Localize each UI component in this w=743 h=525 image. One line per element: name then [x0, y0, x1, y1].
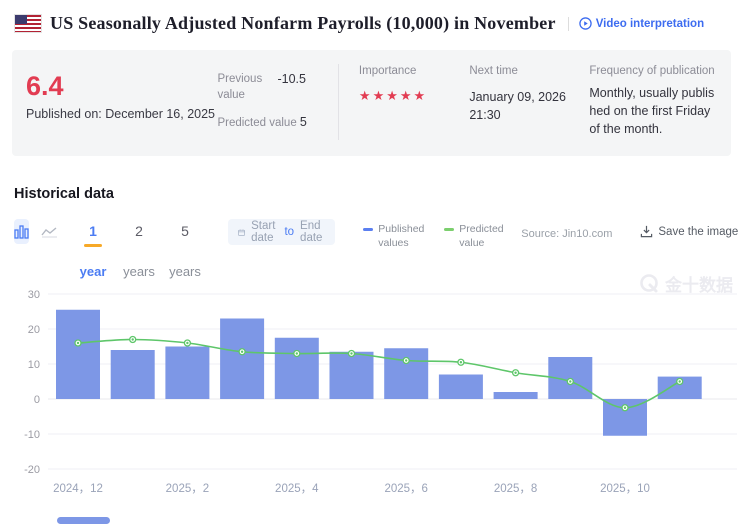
svg-text:2025，4: 2025，4 [275, 483, 319, 495]
historical-bar-chart[interactable]: 30 20 10 0 -10 -20 2024，12 2025，2 2025，4 2025，6 20… [0, 283, 743, 512]
svg-text:2025，10: 2025，10 [600, 483, 650, 495]
importance-block: Importance ★★★★★ [359, 64, 463, 140]
latest-value-block: 6.4 Published on: December 16, 2025 [26, 64, 217, 140]
period-selector: 1 year 2 years 5 years [76, 219, 202, 279]
period-unit: years [123, 264, 155, 279]
next-time-label: Next time [469, 64, 585, 80]
published-on-text: Published on: December 16, 2025 [26, 107, 217, 121]
svg-text:2025，6: 2025，6 [384, 483, 427, 495]
svg-text:-20: -20 [24, 464, 40, 476]
play-circle-icon [579, 17, 592, 30]
period-unit: year [80, 264, 107, 279]
legend-label-published: Published values [378, 223, 430, 250]
start-date-input[interactable]: Start date [251, 220, 278, 244]
svg-text:10: 10 [28, 359, 40, 371]
frequency-block: Frequency of publication Monthly, usuall… [589, 64, 717, 140]
chart-legend: Published values Predicted value [363, 219, 511, 250]
bar-chart-icon [14, 225, 29, 239]
previous-value: -10.5 [277, 72, 306, 103]
svg-text:-10: -10 [24, 429, 40, 441]
period-unit: years [169, 264, 201, 279]
period-option-1-year[interactable]: 1 year [76, 219, 110, 279]
svg-text:2025，8: 2025，8 [494, 483, 537, 495]
save-image-button[interactable]: Save the image [640, 219, 738, 238]
svg-text:0: 0 [34, 394, 40, 406]
date-range-picker[interactable]: Start date to End date [228, 219, 335, 245]
latest-value: 6.4 [26, 72, 217, 102]
page-header: US Seasonally Adjusted Nonfarm Payrolls … [0, 0, 743, 34]
card-divider [338, 64, 339, 140]
predicted-value-label: Predicted value [217, 117, 299, 129]
svg-text:30: 30 [28, 289, 40, 301]
line-chart-icon [41, 226, 58, 238]
source-text: Source: Jin10.com [521, 219, 612, 240]
legend-item-predicted: Predicted value [444, 223, 511, 250]
end-date-input[interactable]: End date [300, 220, 325, 244]
page-title: US Seasonally Adjusted Nonfarm Payrolls … [50, 13, 556, 34]
period-number: 2 [135, 219, 143, 238]
prev-pred-block: Previous value -10.5 Predicted value 5 [217, 64, 320, 140]
svg-text:20: 20 [28, 324, 40, 336]
legend-item-published: Published values [363, 223, 430, 250]
period-number: 5 [181, 219, 189, 238]
save-image-label: Save the image [658, 226, 738, 238]
svg-text:2024，12: 2024，12 [53, 483, 103, 495]
predicted-value: 5 [300, 115, 307, 129]
chart-area: 金十数据 3020100-10-202024，122025，22025，4202… [0, 283, 743, 517]
calendar-icon [238, 226, 245, 239]
header-divider [568, 17, 569, 31]
chart-scrollbar-thumb[interactable] [57, 517, 110, 524]
period-number: 1 [89, 219, 97, 238]
historical-data-heading: Historical data [14, 186, 743, 202]
importance-stars: ★★★★★ [359, 88, 463, 104]
frequency-label: Frequency of publication [589, 64, 717, 80]
frequency-value: Monthly, usually published on the first … [589, 84, 717, 138]
chart-toolbar: 1 year 2 years 5 years Start date to End… [14, 219, 735, 281]
line-chart-toggle-button[interactable] [41, 219, 58, 244]
us-flag-icon [14, 14, 42, 33]
legend-label-predicted: Predicted value [459, 223, 511, 250]
bar-chart-toggle-button[interactable] [14, 219, 29, 244]
period-option-2-years[interactable]: 2 years [122, 219, 156, 279]
period-option-5-years[interactable]: 5 years [168, 219, 202, 279]
video-link-label: Video interpretation [596, 18, 704, 30]
previous-value-label: Previous value [217, 72, 269, 103]
next-time-value: January 09, 2026 21:30 [469, 88, 585, 126]
published-values-swatch [363, 228, 373, 231]
active-period-underline [84, 244, 102, 247]
importance-label: Importance [359, 64, 463, 80]
download-icon [640, 225, 653, 238]
next-time-block: Next time January 09, 2026 21:30 [469, 64, 585, 140]
summary-card: 6.4 Published on: December 16, 2025 Prev… [12, 50, 731, 156]
period-underline [176, 244, 194, 247]
svg-text:2025，2: 2025，2 [166, 483, 209, 495]
video-interpretation-link[interactable]: Video interpretation [579, 17, 704, 30]
predicted-value-swatch [444, 228, 454, 231]
period-underline [130, 244, 148, 247]
date-range-to-label: to [284, 226, 294, 238]
